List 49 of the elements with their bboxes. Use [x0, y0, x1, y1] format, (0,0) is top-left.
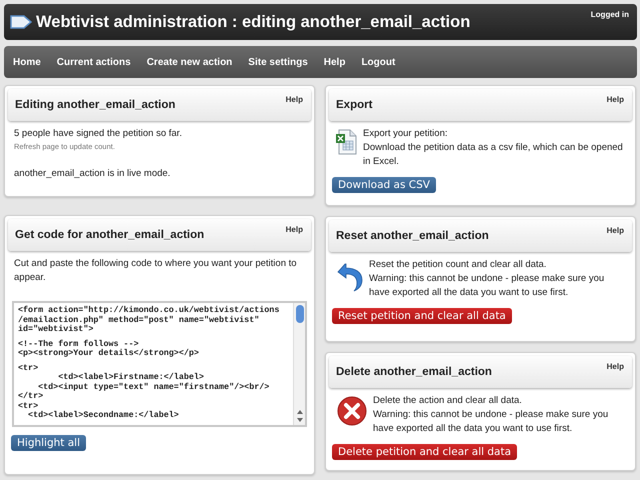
code-line: <tr>	[18, 402, 40, 410]
code-line: <td><label>Secondname:</label>	[27, 411, 180, 420]
body-text: Warning: this cannot be undone - please make sure you have exported all the data you want to use first.	[369, 272, 606, 300]
code-field[interactable]	[12, 301, 307, 427]
panel-title: Export	[336, 98, 372, 113]
body-text: Warning: this cannot be undone - please make sure you have exported all the data you want to use first.	[373, 408, 610, 436]
help-link[interactable]: Help	[286, 225, 303, 234]
nav-link[interactable]: Create new action	[146, 56, 232, 68]
body-text: Export your petition:	[363, 127, 448, 141]
login-status: Logged in	[590, 10, 629, 19]
code-line: id="webtivist">	[18, 325, 94, 334]
body-text: another_email_action is in live mode.	[14, 167, 172, 181]
code-line: <td><input type="text" name="firstname"/><br/>	[37, 382, 270, 392]
help-link[interactable]: Help	[606, 95, 624, 104]
code-line: <form action="http://kimondo.co.uk/webtivist/actions	[18, 306, 280, 316]
body-text: Reset the petition count and clear all data.	[369, 258, 548, 272]
code-line: /emailaction.php" method="post" name="webtivist"	[18, 316, 260, 324]
help-link[interactable]: Help	[606, 226, 624, 235]
panel-title: Get code for another_email_action	[15, 228, 204, 243]
scroll-thumb[interactable]	[296, 305, 304, 323]
logo-icon	[10, 13, 32, 31]
help-link[interactable]: Help	[286, 95, 303, 104]
body-text: Delete the action and clear all data.	[373, 394, 523, 408]
nav-link[interactable]: Help	[324, 56, 346, 68]
panel-title: Delete another_email_action	[336, 365, 492, 380]
nav-link[interactable]: Current actions	[56, 56, 131, 68]
body-text: Cut and paste the following code to where you want your petition to appear.	[14, 257, 298, 285]
nav-link[interactable]: Site settings	[248, 56, 308, 68]
nav-link[interactable]: Logout	[361, 56, 396, 68]
scrollbar[interactable]	[293, 303, 305, 425]
scroll-arrows-icon[interactable]	[296, 409, 302, 423]
body-text: 5 people have signed the petition so far.	[14, 127, 183, 141]
nav-link[interactable]: Home	[13, 56, 41, 68]
action-button[interactable]: Download as CSV	[332, 177, 436, 193]
danger-button[interactable]: Delete petition and clear all data	[332, 444, 518, 460]
help-link[interactable]: Help	[606, 362, 624, 371]
code-line: <p><strong>Your details</strong></p>	[18, 349, 200, 358]
page-title: Webtivist administration : editing another_email_action	[36, 12, 472, 32]
spreadsheet-icon	[335, 129, 357, 155]
code-line: <td><label>Firstname:</label>	[57, 373, 205, 382]
action-button[interactable]: Highlight all	[11, 435, 86, 451]
body-text: Download the petition data as a csv file, which can be opened in Excel.	[363, 141, 624, 169]
code-line: <tr>	[18, 364, 40, 373]
panel-title: Reset another_email_action	[336, 229, 489, 244]
code-line: </tr>	[18, 392, 44, 402]
danger-button[interactable]: Reset petition and clear all data	[332, 308, 512, 324]
code-line: <!--The form follows -->	[18, 340, 140, 348]
error-icon	[337, 396, 367, 426]
panel-title: Editing another_email_action	[15, 98, 176, 113]
